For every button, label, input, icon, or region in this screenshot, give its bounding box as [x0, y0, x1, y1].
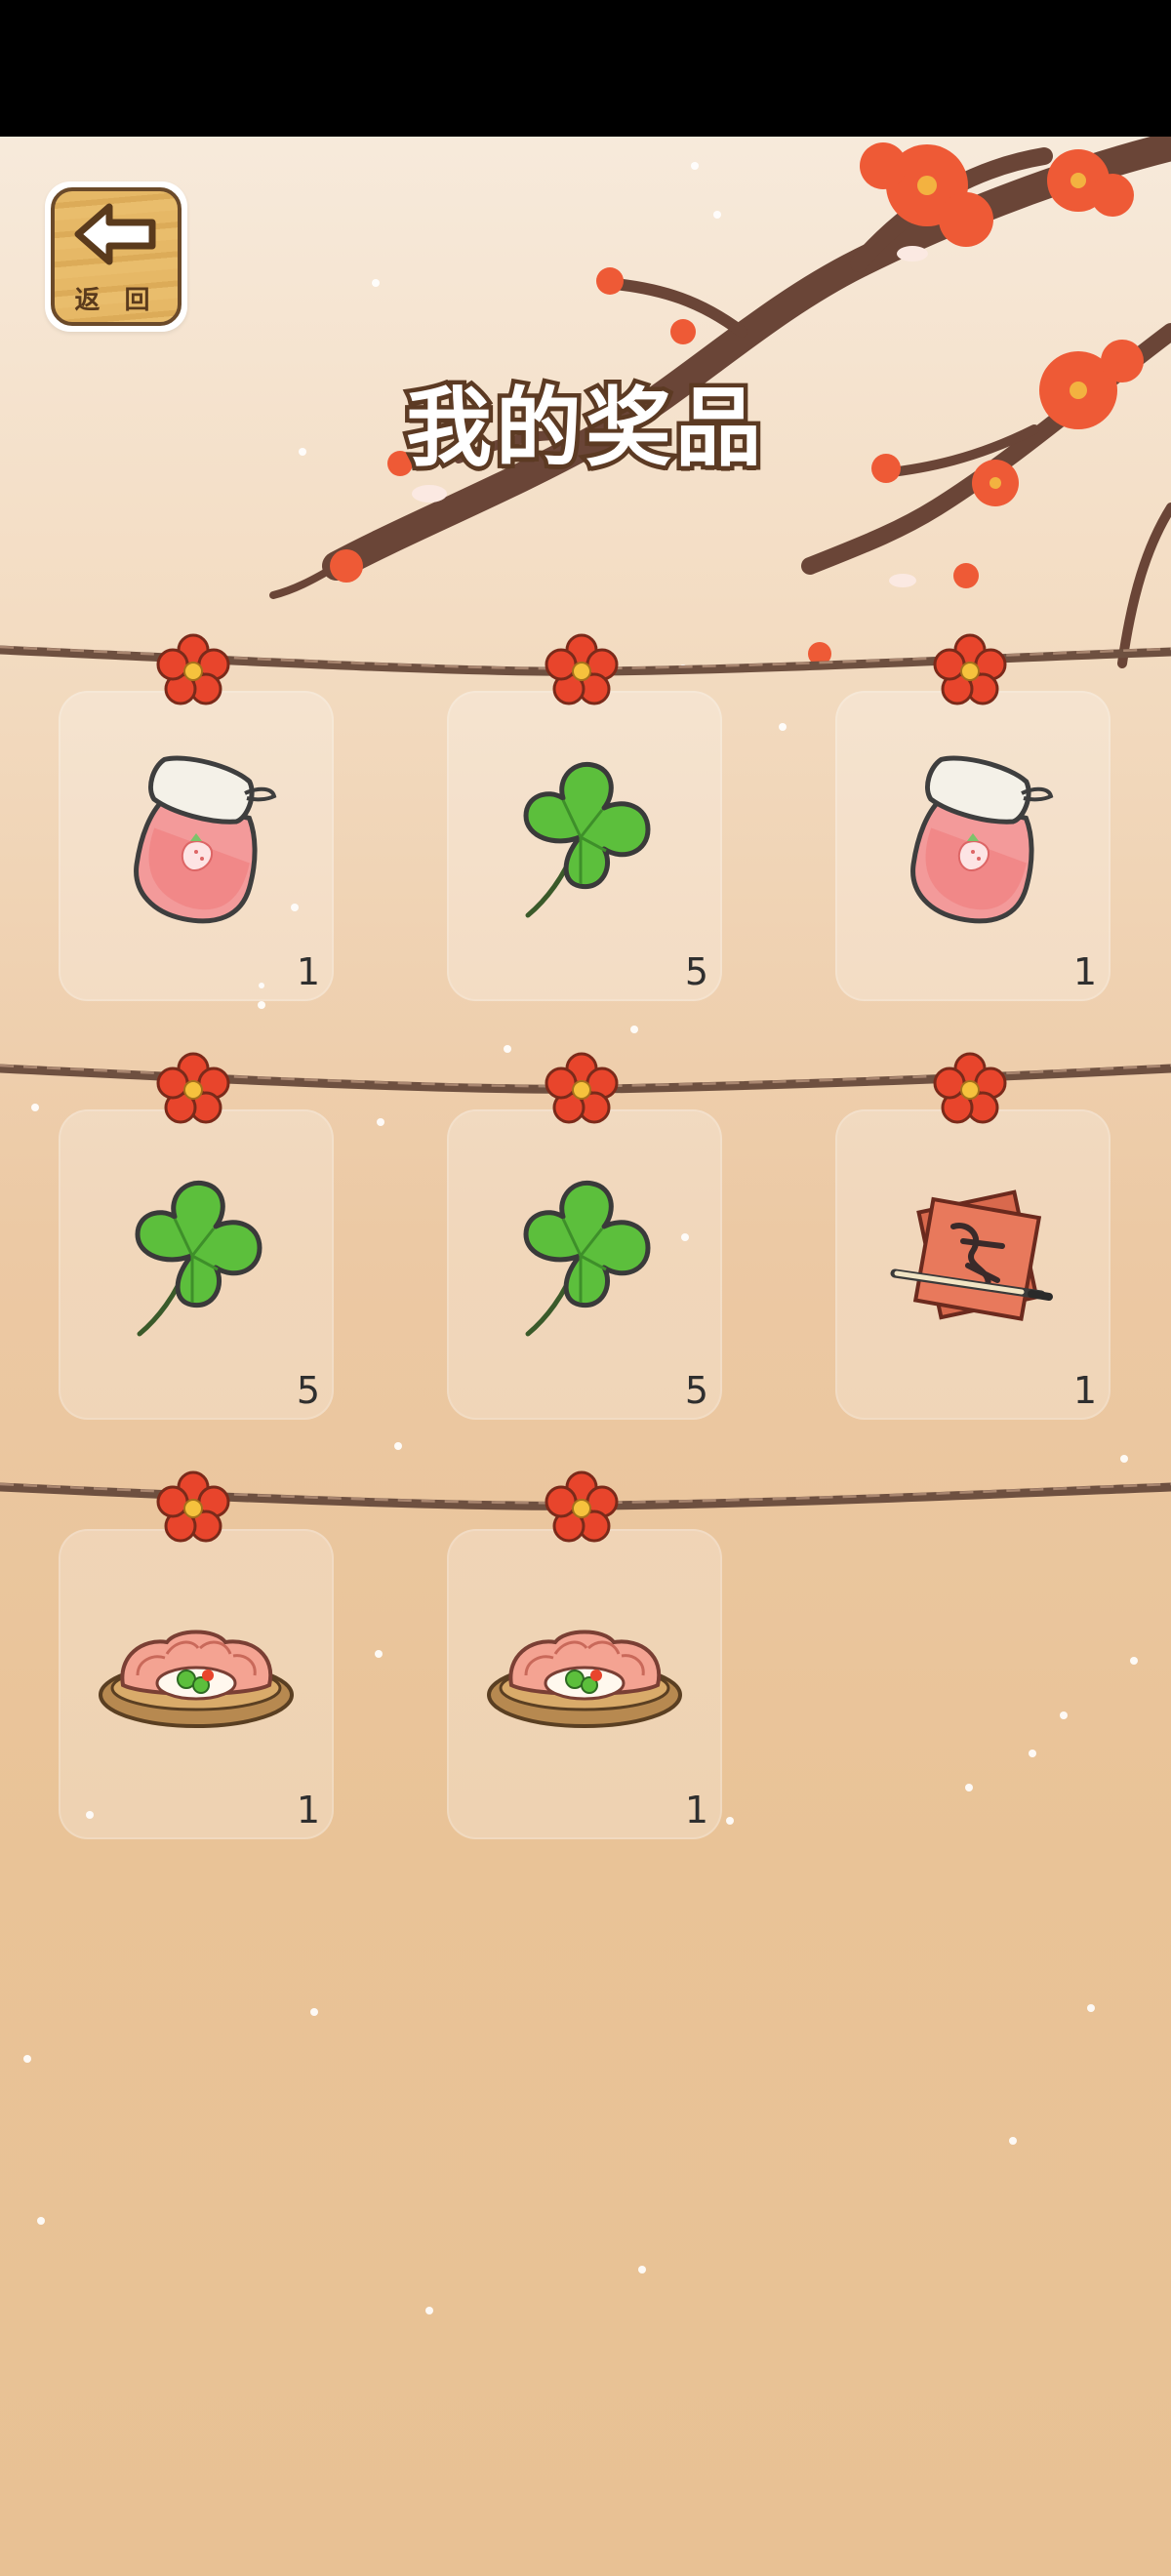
prize-card[interactable]: 1: [835, 1109, 1110, 1420]
back-button[interactable]: 返 回: [45, 181, 187, 332]
prize-count: 1: [296, 1789, 320, 1831]
strawberry-jam-jar-icon: [134, 755, 277, 924]
strawberry-jam-jar-icon: [910, 755, 1054, 924]
prize-count: 5: [684, 1369, 708, 1412]
prize-card[interactable]: 1: [59, 1529, 334, 1839]
status-bar: [0, 0, 1171, 137]
page-title: 我的奖品: [401, 374, 765, 483]
flower-pin-icon: [156, 1052, 230, 1124]
prize-count: 1: [1072, 1369, 1097, 1412]
prize-card[interactable]: 5: [59, 1109, 334, 1420]
prize-card[interactable]: 1: [59, 691, 334, 1001]
arrow-left-icon: [74, 203, 156, 265]
flower-pin-icon: [933, 633, 1007, 705]
flower-pin-icon: [156, 1470, 230, 1543]
prize-count: 5: [296, 1369, 320, 1412]
prize-card[interactable]: 5: [447, 691, 722, 1001]
dumplings-on-bamboo-tray-icon: [487, 1630, 682, 1728]
back-label: 返 回: [74, 286, 158, 315]
prize-count: 1: [296, 950, 320, 993]
flower-pin-icon: [933, 1052, 1007, 1124]
calligraphy-couplet-icon: [890, 1189, 1053, 1321]
prize-card[interactable]: 1: [447, 1529, 722, 1839]
four-leaf-clover-icon: [523, 761, 651, 918]
prize-card[interactable]: 1: [835, 691, 1110, 1001]
four-leaf-clover-icon: [135, 1180, 262, 1337]
four-leaf-clover-icon: [523, 1180, 651, 1337]
prize-card[interactable]: 5: [447, 1109, 722, 1420]
flower-pin-icon: [545, 1470, 619, 1543]
prize-count: 1: [684, 1789, 708, 1831]
game-screen: 返 回 我的奖品 1 5 1 5 5 1 1 1: [0, 137, 1171, 2576]
flower-pin-icon: [545, 1052, 619, 1124]
flower-pin-icon: [545, 633, 619, 705]
prize-count: 1: [1072, 950, 1097, 993]
prize-count: 5: [684, 950, 708, 993]
flower-pin-icon: [156, 633, 230, 705]
dumplings-on-bamboo-tray-icon: [99, 1630, 294, 1728]
